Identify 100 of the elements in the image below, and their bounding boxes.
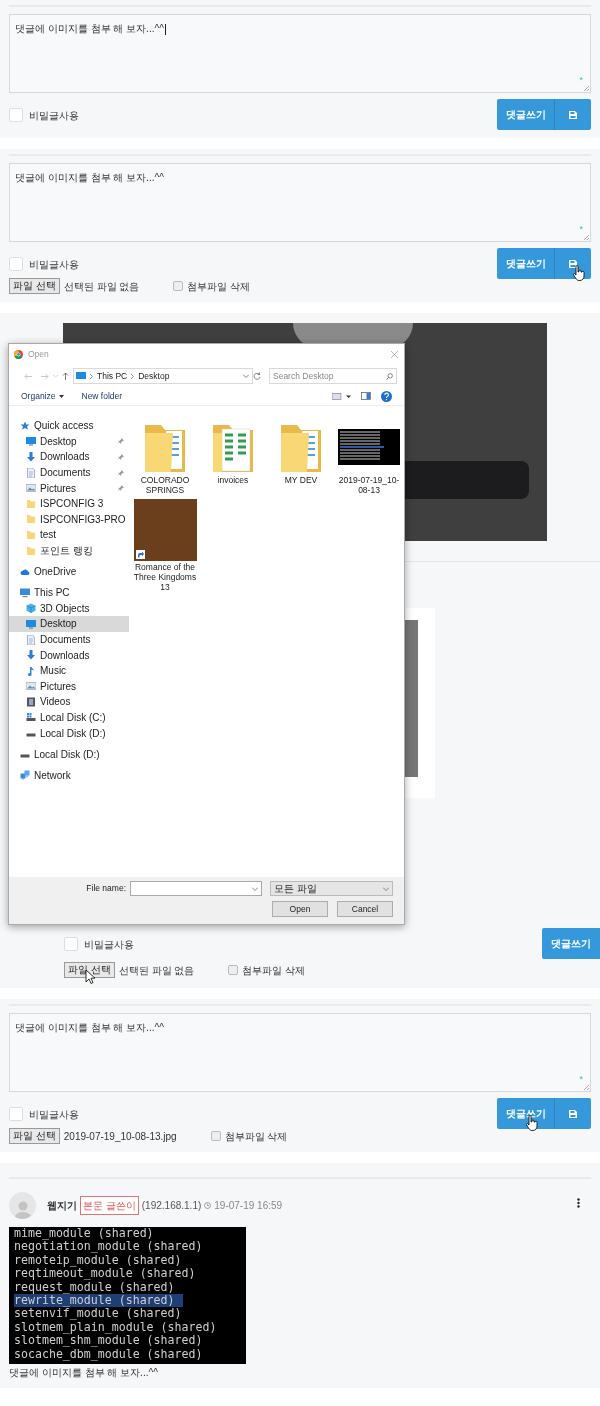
comment-input-field[interactable]: 댓글에 이미지를 첨부 해 보자...^^ * xyxy=(9,163,591,242)
terminal-line: negotiation_module (shared) xyxy=(14,1240,204,1254)
secret-label: 비밀글사용 xyxy=(84,937,134,952)
nav-item[interactable]: OneDrive xyxy=(9,563,129,580)
cancel-button[interactable]: Cancel xyxy=(337,901,393,917)
address-bar[interactable]: This PC Desktop xyxy=(73,368,253,384)
secret-checkbox[interactable] xyxy=(9,257,23,271)
chevron-right-icon xyxy=(131,373,135,379)
file-type-dropdown[interactable]: 모든 파일 xyxy=(270,881,393,896)
file-name-label[interactable]: 2019-07-19_10-08-13 xyxy=(336,475,402,495)
nav-item[interactable]: Videos xyxy=(9,694,129,710)
up-arrow-icon[interactable] xyxy=(62,372,69,380)
secret-label: 비밀글사용 xyxy=(29,257,79,272)
secret-checkbox[interactable] xyxy=(64,937,78,951)
folder-icon xyxy=(26,545,36,556)
caret-icon xyxy=(58,394,64,398)
comment-input-field[interactable]: 댓글에 이미지를 첨부 해 보자...^^ * xyxy=(9,14,591,93)
secret-checkbox[interactable] xyxy=(9,1107,23,1121)
nav-item[interactable]: This PC xyxy=(9,584,129,601)
close-icon[interactable] xyxy=(391,351,398,358)
browser-logo-icon xyxy=(14,350,23,359)
nav-item[interactable]: 3D Objects xyxy=(9,600,129,617)
secret-checkbox[interactable] xyxy=(9,108,23,122)
computer-icon xyxy=(76,372,86,380)
shortcut-arrow-icon xyxy=(135,550,145,559)
organize-menu[interactable]: Organize xyxy=(21,389,64,403)
dialog-title: Open xyxy=(28,348,49,361)
person-silhouette-icon xyxy=(13,1199,32,1219)
terminal-line: request_module (shared) xyxy=(14,1280,176,1295)
file-name-label[interactable]: COLORADO SPRINGS xyxy=(132,475,198,495)
computer-icon xyxy=(20,587,30,598)
nav-item[interactable]: Quick access xyxy=(9,418,129,434)
terminal-line: remoteip_module (shared) xyxy=(14,1253,183,1268)
nav-item[interactable]: Music xyxy=(9,662,129,679)
search-field[interactable]: Search Desktop xyxy=(269,368,397,384)
ip-address: (192.168.1.1) xyxy=(141,1199,202,1213)
resize-grip-icon xyxy=(583,1084,589,1090)
comment-text: 댓글에 이미지를 첨부 해 보자...^^ xyxy=(9,1366,159,1380)
file-name-label[interactable]: invoices xyxy=(200,475,266,485)
nav-item[interactable]: Pictures xyxy=(9,678,129,695)
delete-checkbox[interactable] xyxy=(210,1131,221,1141)
nav-item[interactable]: Downloads xyxy=(9,647,129,663)
new-folder-button[interactable]: New folder xyxy=(81,389,123,403)
nav-item[interactable]: Documents xyxy=(9,464,129,481)
delete-checkbox[interactable] xyxy=(173,281,184,291)
nav-item[interactable]: Local Disk (D:) xyxy=(9,725,129,741)
file-choose-button[interactable]: 파일 선택 xyxy=(9,278,60,294)
nav-item[interactable]: Local Disk (D:) xyxy=(9,746,129,762)
pictures-icon xyxy=(26,681,36,692)
file-status-text: 2019-07-19_10-08-13.jpg xyxy=(63,1129,177,1144)
save-button[interactable] xyxy=(555,99,591,130)
help-icon[interactable] xyxy=(381,390,392,402)
nav-item[interactable]: ISPCONFIG3-PRO xyxy=(9,511,129,528)
back-arrow-icon[interactable] xyxy=(24,372,32,380)
download-arrow-icon xyxy=(26,452,36,462)
delete-file-label: 첨부파일 삭제 xyxy=(224,1129,288,1144)
nav-item[interactable]: ISPCONFIG 3 xyxy=(9,495,129,512)
screenshot-thumbnail xyxy=(338,429,400,465)
nav-item[interactable]: Desktop xyxy=(9,616,129,632)
resize-grip-icon xyxy=(583,85,589,91)
author-name: 웹지기 xyxy=(47,1199,77,1213)
file-status-text: 선택된 파일 없음 xyxy=(118,963,195,978)
resize-grip-icon xyxy=(583,234,589,240)
nav-item[interactable]: Network xyxy=(9,767,129,784)
desktop-icon xyxy=(26,436,36,447)
nav-item[interactable]: Local Disk (C:) xyxy=(9,709,129,726)
chevron-down-icon xyxy=(383,886,389,891)
nav-item[interactable]: test xyxy=(9,527,129,543)
refresh-icon[interactable] xyxy=(253,372,261,380)
desktop-icon xyxy=(26,618,36,629)
forward-arrow-icon[interactable] xyxy=(41,372,49,380)
file-type-text: 모든 파일 xyxy=(274,882,317,896)
file-name-label[interactable]: MY DEV xyxy=(268,475,334,485)
pictures-icon xyxy=(26,483,36,494)
view-options-icon[interactable] xyxy=(332,392,351,400)
nav-item[interactable]: Documents xyxy=(9,631,129,648)
nav-item[interactable]: Pictures xyxy=(9,480,129,496)
save-button[interactable] xyxy=(555,1098,591,1129)
required-mark: * xyxy=(579,222,583,236)
delete-checkbox[interactable] xyxy=(228,965,239,975)
nav-item[interactable]: 포인트 랭킹 xyxy=(9,542,129,559)
folder-icon xyxy=(26,529,36,540)
preview-pane-icon[interactable] xyxy=(361,392,371,400)
file-name-input[interactable] xyxy=(130,881,262,896)
film-icon xyxy=(26,696,36,707)
open-button[interactable]: Open xyxy=(272,901,328,917)
save-button[interactable] xyxy=(555,248,591,279)
breadcrumb-item[interactable]: This PC xyxy=(97,369,128,383)
clock-icon xyxy=(204,1202,212,1209)
search-placeholder: Search Desktop xyxy=(273,369,334,383)
more-options-icon[interactable] xyxy=(577,1198,580,1208)
file-name-label[interactable]: Romance of the Three Kingdoms 13 xyxy=(132,562,198,592)
dropdown-caret-icon xyxy=(243,374,249,378)
breadcrumb-item[interactable]: Desktop xyxy=(138,369,170,383)
nav-item[interactable]: Downloads xyxy=(9,449,129,465)
required-mark: * xyxy=(579,1072,583,1086)
nav-item[interactable]: Desktop xyxy=(9,433,129,450)
secret-label: 비밀글사용 xyxy=(29,1107,79,1122)
file-choose-button[interactable]: 파일 선택 xyxy=(9,1128,60,1144)
comment-input-field[interactable]: 댓글에 이미지를 첨부 해 보자...^^ * xyxy=(9,1013,591,1092)
